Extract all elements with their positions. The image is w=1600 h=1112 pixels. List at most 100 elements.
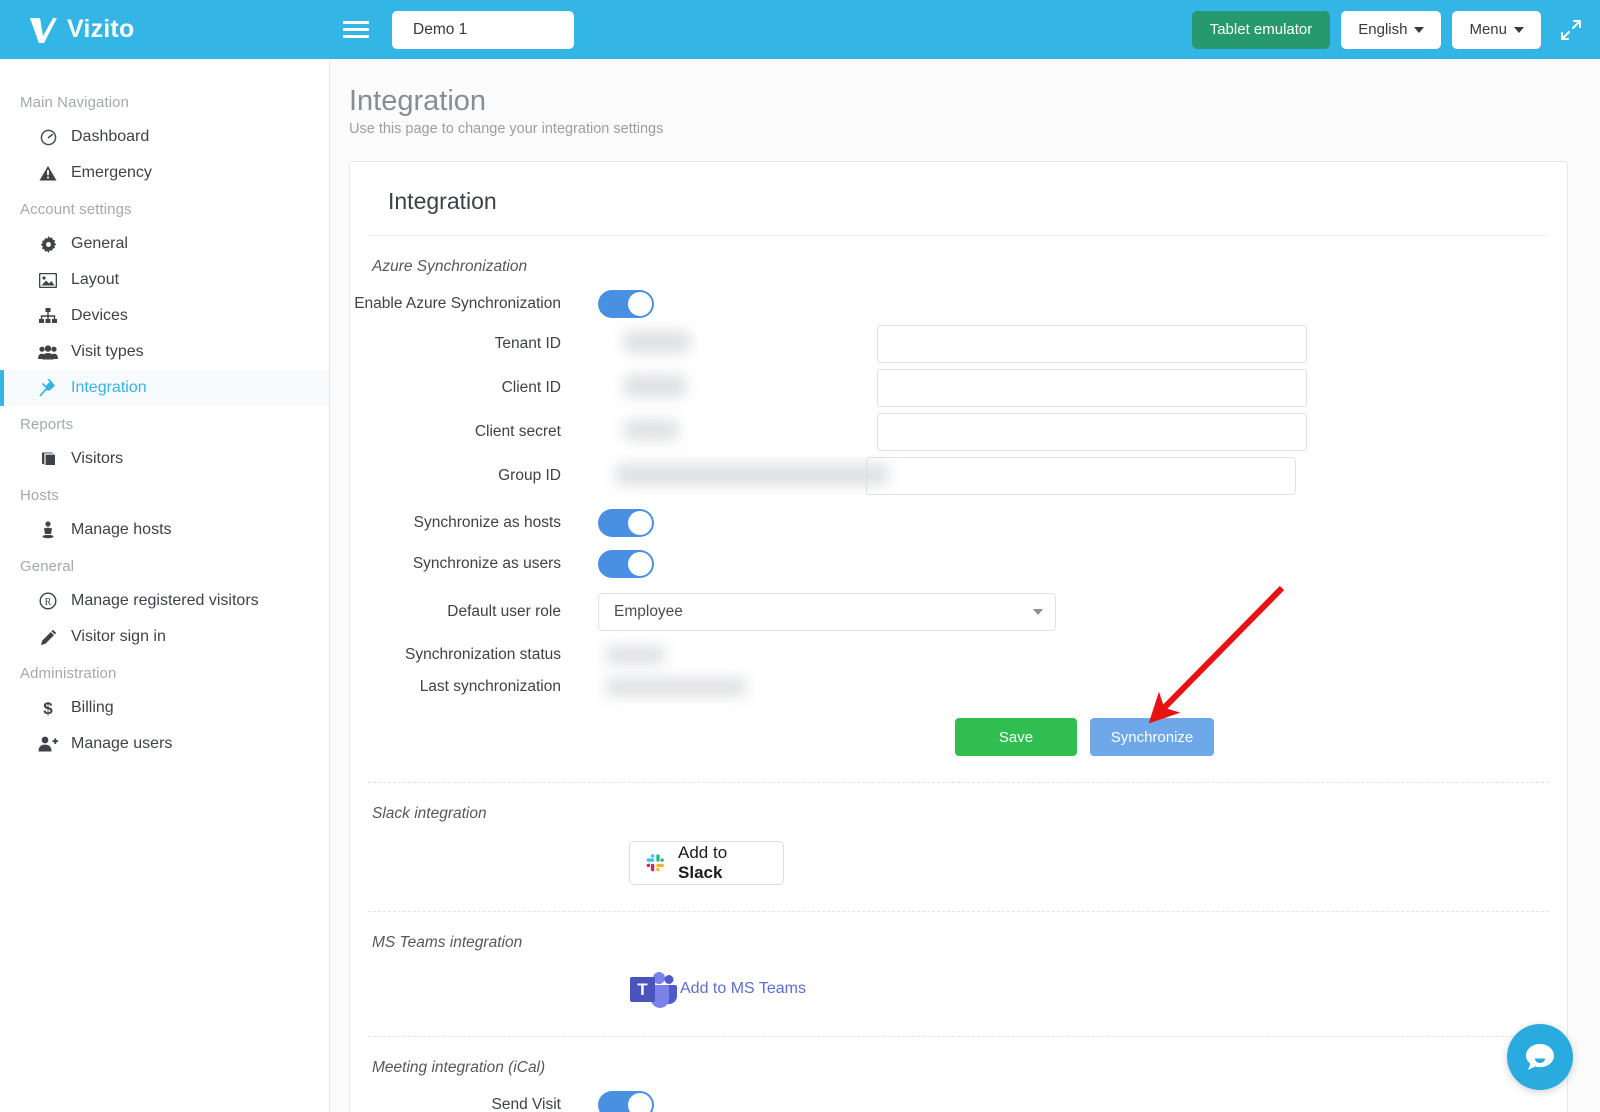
chat-bubble-icon	[1523, 1040, 1557, 1074]
sidebar-item-manage-hosts[interactable]: Manage hosts	[0, 512, 329, 548]
add-to-slack-label: Add to Slack	[678, 843, 763, 883]
slack-prefix: Add to	[678, 843, 727, 862]
hamburger-icon[interactable]	[343, 19, 369, 41]
top-header-bar: Vizito Demo 1 Tablet emulator English Me…	[0, 0, 1600, 59]
sidebar-item-label: Manage registered visitors	[71, 592, 259, 610]
enable-azure-toggle[interactable]	[598, 290, 654, 318]
teams-section-label: MS Teams integration	[350, 934, 1567, 952]
tenant-selector[interactable]: Demo 1	[392, 11, 574, 49]
redaction-blur	[624, 420, 678, 440]
save-button[interactable]: Save	[955, 718, 1077, 756]
tenant-id-label: Tenant ID	[350, 335, 598, 353]
form-row-default-role: Default user role Employee	[350, 593, 1567, 631]
sidebar-item-visitor-sign-in[interactable]: Visitor sign in	[0, 619, 329, 655]
slack-brand: Slack	[678, 863, 722, 882]
sidebar-item-label: Layout	[71, 271, 119, 289]
chat-widget-button[interactable]	[1507, 1024, 1573, 1090]
synchronize-button[interactable]: Synchronize	[1090, 718, 1214, 756]
sidebar-item-label: Integration	[71, 379, 147, 397]
sidebar-item-label: Manage users	[71, 735, 172, 753]
chevron-down-icon	[1033, 609, 1043, 615]
card-title: Integration	[368, 162, 1549, 236]
person-pin-icon	[37, 521, 59, 539]
integration-card: Integration Azure Synchronization Enable…	[349, 161, 1568, 1112]
redaction-blur	[606, 678, 746, 696]
brand-name: Vizito	[67, 15, 134, 44]
redaction-blur	[616, 464, 888, 485]
tablet-emulator-button[interactable]: Tablet emulator	[1192, 11, 1331, 49]
sidebar-item-label: Visitor sign in	[71, 628, 166, 646]
azure-section-label: Azure Synchronization	[350, 258, 1567, 276]
sidebar-item-manage-registered-visitors[interactable]: R Manage registered visitors	[0, 583, 329, 619]
sidebar-item-visitors[interactable]: Visitors	[0, 441, 329, 477]
client-id-input[interactable]	[877, 369, 1307, 407]
image-icon	[37, 273, 59, 288]
sidebar-item-dashboard[interactable]: Dashboard	[0, 119, 329, 155]
sync-users-label: Synchronize as users	[350, 555, 598, 573]
nav-group-header: Main Navigation	[0, 84, 329, 119]
vizito-checkmark-logo-icon	[28, 16, 58, 44]
form-row-client-secret: Client secret	[350, 413, 1567, 451]
sidebar-item-emergency[interactable]: Emergency	[0, 155, 329, 191]
sidebar-item-label: Billing	[71, 699, 114, 717]
page-header: Integration Use this page to change your…	[330, 59, 1600, 155]
nav-group-header: Account settings	[0, 191, 329, 226]
default-user-role-select[interactable]: Employee	[598, 593, 1056, 631]
meeting-section-label: Meeting integration (iCal)	[350, 1059, 1567, 1077]
language-dropdown[interactable]: English	[1341, 11, 1441, 49]
form-row-meeting-first-option: Send Visit	[350, 1091, 1567, 1112]
form-row-last-sync: Last synchronization	[350, 677, 1567, 697]
form-row-sync-users: Synchronize as users	[350, 550, 1567, 578]
menu-dropdown[interactable]: Menu	[1452, 11, 1541, 49]
page-subtitle: Use this page to change your integration…	[349, 121, 1600, 137]
meeting-first-option-label: Send Visit	[350, 1096, 598, 1112]
default-role-label: Default user role	[350, 603, 598, 621]
add-to-ms-teams-button[interactable]: T Add to MS Teams	[626, 968, 1567, 1010]
section-divider	[368, 911, 1549, 912]
slack-logo-icon	[646, 852, 665, 874]
redaction-blur	[624, 375, 686, 397]
page-title: Integration	[349, 85, 1600, 118]
dashboard-gauge-icon	[37, 129, 59, 146]
meeting-first-option-toggle[interactable]	[598, 1091, 654, 1112]
sitemap-icon	[37, 308, 59, 324]
svg-text:R: R	[45, 597, 52, 608]
form-row-client-id: Client ID	[350, 369, 1567, 407]
sidebar-item-manage-users[interactable]: Manage users	[0, 726, 329, 762]
sidebar-item-visit-types[interactable]: Visit types	[0, 334, 329, 370]
sync-status-label: Synchronization status	[350, 646, 598, 664]
azure-action-buttons: Save Synchronize	[955, 718, 1567, 756]
sidebar-item-billing[interactable]: $ Billing	[0, 690, 329, 726]
form-row-tenant-id: Tenant ID	[350, 325, 1567, 363]
sync-users-toggle[interactable]	[598, 550, 654, 578]
sidebar-item-integration[interactable]: Integration	[0, 370, 329, 406]
form-row-sync-status: Synchronization status	[350, 645, 1567, 665]
client-secret-input[interactable]	[877, 413, 1307, 451]
sidebar-item-devices[interactable]: Devices	[0, 298, 329, 334]
brand-area: Vizito	[0, 0, 330, 59]
plug-icon	[37, 379, 59, 397]
sync-hosts-toggle[interactable]	[598, 509, 654, 537]
sync-hosts-label: Synchronize as hosts	[350, 514, 598, 532]
sidebar-item-general[interactable]: General	[0, 226, 329, 262]
fullscreen-expand-icon[interactable]	[1560, 19, 1582, 41]
client-secret-label: Client secret	[350, 423, 598, 441]
group-id-input[interactable]	[866, 457, 1296, 495]
ms-teams-logo-icon: T	[626, 968, 678, 1010]
card-body: Azure Synchronization Enable Azure Synch…	[350, 236, 1567, 1112]
section-divider	[368, 782, 1549, 783]
sidebar-navigation: Main Navigation Dashboard Emergency Acco…	[0, 59, 330, 1112]
tablet-emulator-label: Tablet emulator	[1210, 21, 1313, 38]
nav-group-header: Reports	[0, 406, 329, 441]
sidebar-item-layout[interactable]: Layout	[0, 262, 329, 298]
group-id-label: Group ID	[350, 467, 598, 485]
tenant-id-input[interactable]	[877, 325, 1307, 363]
default-role-value: Employee	[614, 603, 683, 621]
add-to-slack-button[interactable]: Add to Slack	[629, 841, 784, 885]
users-group-icon	[37, 345, 59, 360]
nav-group-header: Hosts	[0, 477, 329, 512]
add-to-ms-teams-label: Add to MS Teams	[680, 980, 806, 998]
slack-section-label: Slack integration	[350, 805, 1567, 823]
redaction-blur	[606, 646, 664, 664]
chevron-down-icon	[1414, 27, 1424, 33]
